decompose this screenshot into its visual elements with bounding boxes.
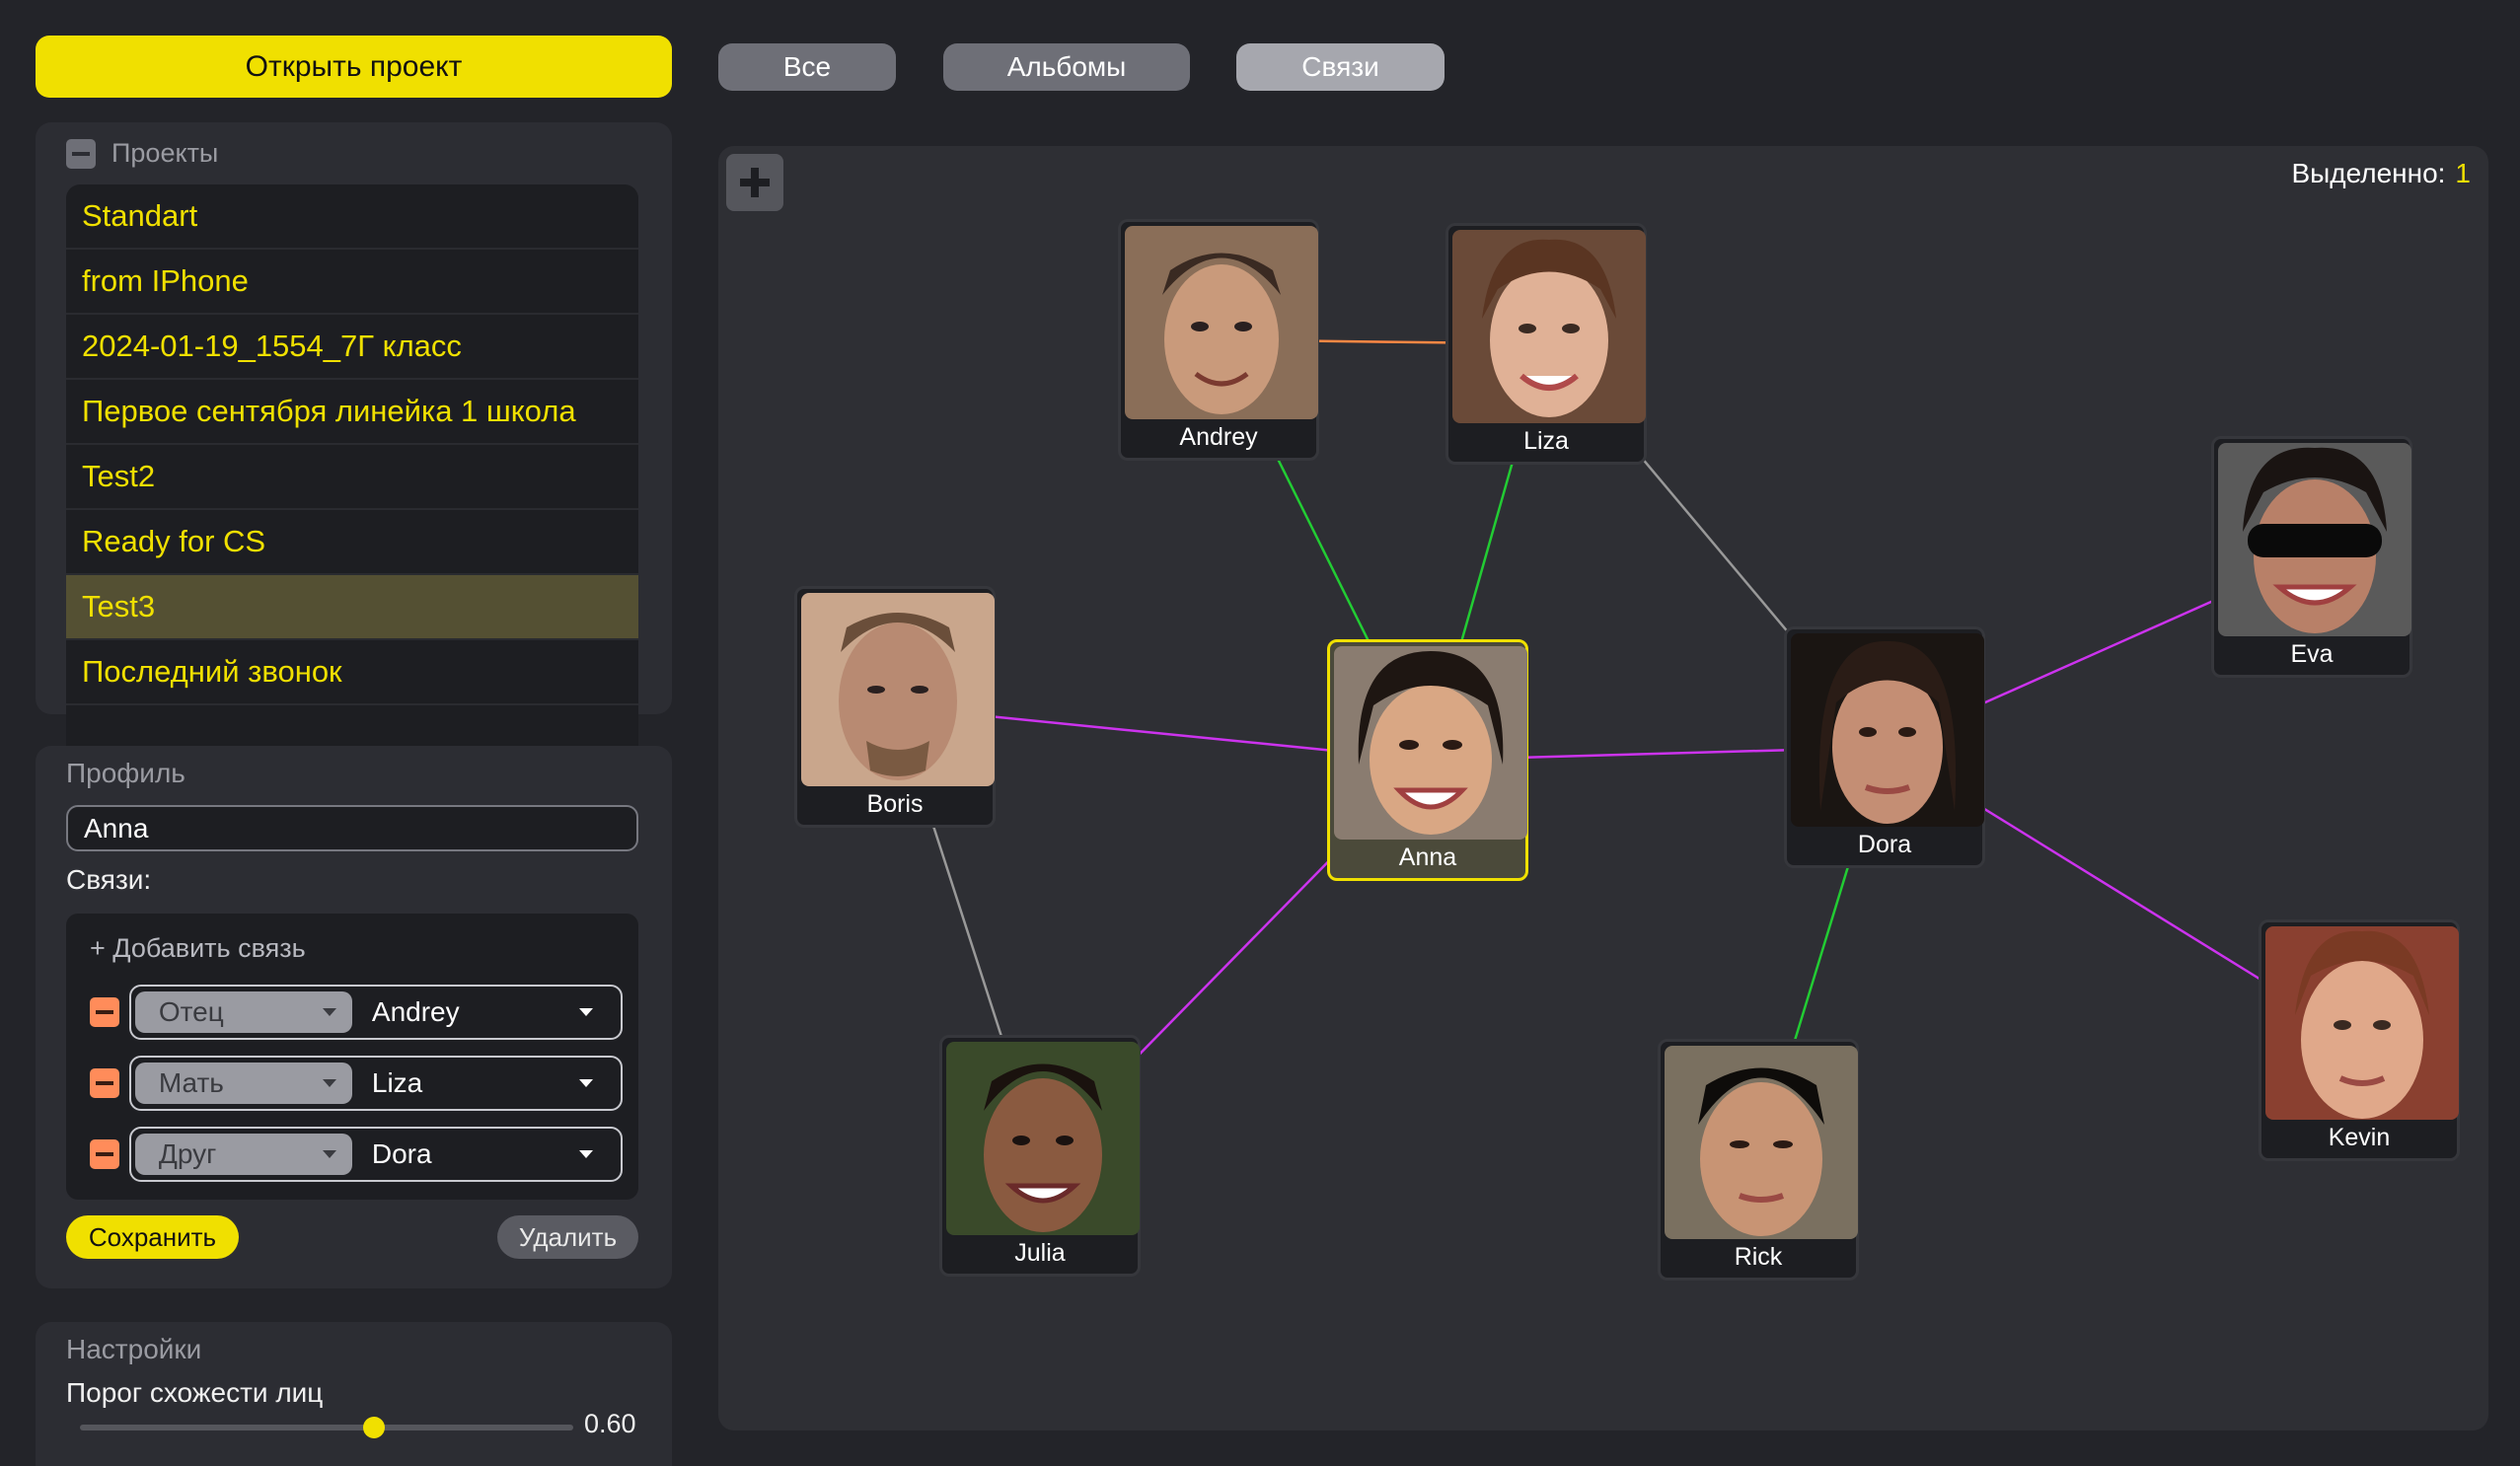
- person-name: Liza: [1523, 427, 1569, 455]
- relation-type-select[interactable]: Мать: [134, 1063, 352, 1104]
- remove-relation-icon[interactable]: [90, 1068, 119, 1098]
- face-photo: [2265, 926, 2459, 1120]
- links-box: + Добавить связь Отец Andrey Мать Liza Д…: [66, 914, 638, 1200]
- profile-title: Профиль: [66, 758, 185, 788]
- project-item-standart[interactable]: Standart: [66, 184, 638, 250]
- relation-person-value: Dora: [371, 1138, 432, 1169]
- settings-panel: Настройки Порог схожести лиц 0.60: [36, 1322, 672, 1466]
- tab-links[interactable]: Связи: [1236, 43, 1445, 91]
- chevron-down-icon: [579, 1008, 593, 1016]
- person-card-kevin[interactable]: Kevin: [2259, 919, 2460, 1161]
- links-label: Связи:: [66, 864, 152, 895]
- person-card-julia[interactable]: Julia: [939, 1035, 1141, 1277]
- person-card-dora[interactable]: Dora: [1784, 626, 1985, 868]
- projects-header[interactable]: Проекты: [66, 138, 218, 169]
- person-name: Julia: [1014, 1239, 1066, 1267]
- graph-canvas[interactable]: Выделенно: 1 Andrey Liza Boris Anna Dora: [718, 146, 2488, 1430]
- person-name: Anna: [1398, 843, 1457, 871]
- projects-title: Проекты: [111, 138, 219, 168]
- relation-row: Друг Dora: [90, 1127, 623, 1182]
- person-card-rick[interactable]: Rick: [1658, 1039, 1859, 1281]
- relation-person-value: Liza: [371, 1067, 423, 1098]
- threshold-value: 0.60: [584, 1409, 636, 1438]
- project-item-from-iphone[interactable]: from IPhone: [66, 250, 638, 315]
- remove-relation-icon[interactable]: [90, 997, 119, 1027]
- person-card-andrey[interactable]: Andrey: [1118, 219, 1319, 461]
- delete-button[interactable]: Удалить: [497, 1215, 638, 1259]
- relation-person-select[interactable]: Dora: [352, 1134, 617, 1175]
- settings-title: Настройки: [66, 1334, 202, 1364]
- save-button[interactable]: Сохранить: [66, 1215, 239, 1259]
- profile-panel: Профиль Связи: + Добавить связь Отец And…: [36, 746, 672, 1288]
- collapse-icon[interactable]: [66, 138, 96, 169]
- face-photo: [2218, 443, 2411, 636]
- selection-count: 1: [2455, 158, 2471, 188]
- project-item-first-september[interactable]: Первое сентября линейка 1 школа: [66, 380, 638, 445]
- person-card-liza[interactable]: Liza: [1445, 223, 1647, 465]
- project-item-last-bell[interactable]: Последний звонок: [66, 640, 638, 705]
- person-name: Andrey: [1179, 423, 1258, 451]
- project-item-7g-class[interactable]: 2024-01-19_1554_7Г класс: [66, 315, 638, 380]
- relation-type-select[interactable]: Отец: [134, 991, 352, 1033]
- face-photo: [1791, 633, 1984, 827]
- relation-person-select[interactable]: Liza: [352, 1063, 617, 1104]
- face-photo: [1452, 230, 1646, 423]
- chevron-down-icon: [322, 1079, 336, 1087]
- relation-type-select[interactable]: Друг: [134, 1134, 352, 1175]
- selection-label: Выделенно:: [2291, 158, 2446, 188]
- relation-group: Мать Liza: [128, 1056, 623, 1111]
- person-name: Eva: [2290, 640, 2334, 668]
- relation-type-value: Друг: [158, 1138, 217, 1169]
- relation-group: Отец Andrey: [128, 985, 623, 1040]
- selection-counter: Выделенно: 1: [2291, 158, 2471, 189]
- project-list: Standart from IPhone 2024-01-19_1554_7Г …: [66, 184, 638, 822]
- threshold-slider-track[interactable]: [80, 1425, 573, 1430]
- profile-name-input[interactable]: [66, 805, 638, 851]
- person-name: Rick: [1734, 1243, 1783, 1271]
- face-photo: [801, 593, 995, 786]
- person-card-boris[interactable]: Boris: [794, 586, 996, 828]
- person-name: Kevin: [2328, 1124, 2391, 1151]
- relation-type-value: Отец: [158, 996, 224, 1027]
- relation-person-value: Andrey: [371, 996, 460, 1027]
- chevron-down-icon: [322, 1150, 336, 1158]
- add-link-button[interactable]: + Добавить связь: [90, 933, 306, 964]
- threshold-slider-handle[interactable]: [363, 1417, 385, 1438]
- relation-row: Мать Liza: [90, 1056, 623, 1111]
- open-project-button[interactable]: Открыть проект: [36, 36, 672, 98]
- add-person-icon[interactable]: [726, 154, 783, 211]
- face-photo: [1334, 646, 1527, 840]
- face-photo: [1665, 1046, 1858, 1239]
- remove-relation-icon[interactable]: [90, 1139, 119, 1169]
- face-photo: [1125, 226, 1318, 419]
- person-name: Dora: [1857, 831, 1912, 858]
- project-item-test2[interactable]: Test2: [66, 445, 638, 510]
- relation-person-select[interactable]: Andrey: [352, 991, 617, 1033]
- chevron-down-icon: [322, 1008, 336, 1016]
- project-item-test3[interactable]: Test3: [66, 575, 638, 640]
- project-item-ready-for-cs[interactable]: Ready for CS: [66, 510, 638, 575]
- relation-group: Друг Dora: [128, 1127, 623, 1182]
- chevron-down-icon: [579, 1079, 593, 1087]
- face-photo: [946, 1042, 1140, 1235]
- person-name: Boris: [866, 790, 924, 818]
- tab-albums[interactable]: Альбомы: [943, 43, 1190, 91]
- projects-panel: Проекты Standart from IPhone 2024-01-19_…: [36, 122, 672, 822]
- relation-row: Отец Andrey: [90, 985, 623, 1040]
- tab-all[interactable]: Все: [718, 43, 896, 91]
- chevron-down-icon: [579, 1150, 593, 1158]
- relation-type-value: Мать: [158, 1067, 224, 1098]
- person-card-anna[interactable]: Anna: [1327, 639, 1528, 881]
- threshold-label: Порог схожести лиц: [66, 1377, 324, 1408]
- person-card-eva[interactable]: Eva: [2211, 436, 2412, 678]
